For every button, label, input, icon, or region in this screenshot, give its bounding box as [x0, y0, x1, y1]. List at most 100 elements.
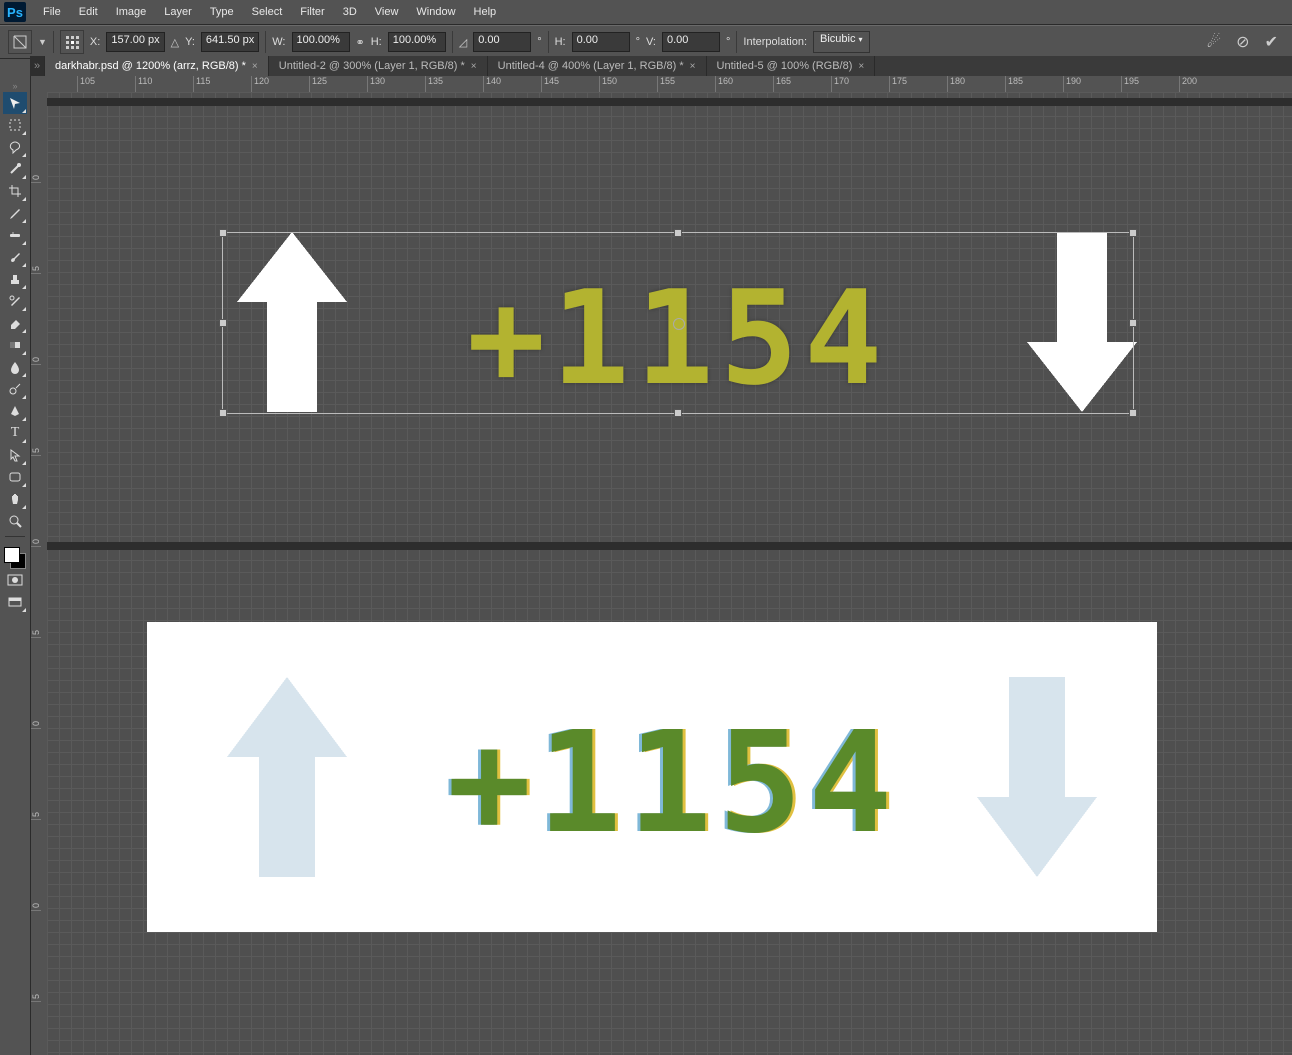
- ruler-tick: 170: [831, 76, 889, 92]
- transform-handle[interactable]: [674, 409, 682, 417]
- ruler-tick: 115: [193, 76, 251, 92]
- light-preview-panel: +1154 +1154 +1154: [147, 622, 1157, 932]
- menu-window[interactable]: Window: [407, 6, 464, 18]
- y-value[interactable]: 641.50 px: [201, 32, 259, 52]
- canvas-edge: [47, 98, 1292, 106]
- zoom-tool[interactable]: [3, 510, 27, 532]
- menu-view[interactable]: View: [366, 6, 408, 18]
- ruler-tick: 200: [1179, 76, 1237, 92]
- blur-tool[interactable]: [3, 356, 27, 378]
- ruler-tick: 0: [31, 92, 41, 183]
- canvas[interactable]: +1154: [47, 92, 1292, 1055]
- lasso-tool[interactable]: [3, 136, 27, 158]
- w-value[interactable]: 100.00%: [292, 32, 350, 52]
- ruler-tick: 130: [367, 76, 425, 92]
- transform-handle[interactable]: [219, 409, 227, 417]
- crop-tool[interactable]: [3, 180, 27, 202]
- history-brush-tool[interactable]: [3, 290, 27, 312]
- ruler-vertical[interactable]: 0 5 0 5 0 5 0 5 0 5: [31, 92, 48, 1055]
- color-swatch[interactable]: [4, 547, 26, 569]
- score-text: +1154: [447, 702, 898, 865]
- document-tab[interactable]: Untitled-2 @ 300% (Layer 1, RGB/8) * ×: [269, 56, 488, 76]
- type-tool[interactable]: T: [3, 422, 27, 444]
- close-icon[interactable]: ×: [690, 61, 696, 72]
- interp-select[interactable]: Bicubic ▾: [813, 31, 870, 53]
- transform-handle[interactable]: [219, 319, 227, 327]
- close-icon[interactable]: ×: [471, 61, 477, 72]
- warp-icon[interactable]: ☄: [1207, 34, 1221, 51]
- screenmode-toggle[interactable]: [3, 591, 27, 613]
- ruler-tick: 165: [773, 76, 831, 92]
- ruler-tick: 0: [31, 820, 41, 911]
- transform-handle[interactable]: [219, 229, 227, 237]
- transform-pivot[interactable]: [673, 318, 685, 330]
- menu-layer[interactable]: Layer: [155, 6, 201, 18]
- ruler-tick: 5: [31, 183, 41, 274]
- tab-label: Untitled-4 @ 400% (Layer 1, RGB/8) *: [498, 60, 684, 72]
- menu-type[interactable]: Type: [201, 6, 243, 18]
- close-icon[interactable]: ×: [858, 61, 864, 72]
- document-tabs: » darkhabr.psd @ 1200% (arrz, RGB/8) * ×…: [30, 56, 1292, 77]
- document-tab[interactable]: Untitled-4 @ 400% (Layer 1, RGB/8) * ×: [488, 56, 707, 76]
- shape-tool[interactable]: [3, 466, 27, 488]
- angle-icon: ◿: [459, 36, 467, 49]
- menu-edit[interactable]: Edit: [70, 6, 107, 18]
- eyedropper-tool[interactable]: [3, 202, 27, 224]
- gradient-tool[interactable]: [3, 334, 27, 356]
- transform-tool-icon[interactable]: [8, 30, 32, 54]
- clone-stamp-tool[interactable]: [3, 268, 27, 290]
- menu-3d[interactable]: 3D: [334, 6, 366, 18]
- cancel-icon[interactable]: ⊘: [1236, 34, 1249, 51]
- x-label: X:: [90, 36, 100, 48]
- reference-point-icon[interactable]: [60, 30, 84, 54]
- menu-select[interactable]: Select: [243, 6, 292, 18]
- brush-tool[interactable]: [3, 246, 27, 268]
- rotation-value[interactable]: 0.00: [473, 32, 531, 52]
- quickmask-toggle[interactable]: [3, 569, 27, 591]
- tab-expand-icon[interactable]: »: [30, 56, 45, 76]
- ruler-horizontal[interactable]: 105 110 115 120 125 130 135 140 145 150 …: [47, 76, 1292, 93]
- document-tab[interactable]: darkhabr.psd @ 1200% (arrz, RGB/8) * ×: [45, 56, 269, 76]
- expand-panels-icon[interactable]: »: [3, 80, 27, 92]
- magic-wand-tool[interactable]: [3, 158, 27, 180]
- separator: [265, 31, 266, 53]
- pen-tool[interactable]: [3, 400, 27, 422]
- close-icon[interactable]: ×: [252, 61, 258, 72]
- menu-help[interactable]: Help: [465, 6, 506, 18]
- document-tab[interactable]: Untitled-5 @ 100% (RGB/8) ×: [707, 56, 876, 76]
- ruler-tick: 180: [947, 76, 1005, 92]
- ruler-tick: 0: [31, 456, 41, 547]
- ruler-tick: 175: [889, 76, 947, 92]
- h-value[interactable]: 100.00%: [388, 32, 446, 52]
- healing-brush-tool[interactable]: [3, 224, 27, 246]
- delta-icon[interactable]: △: [171, 36, 179, 49]
- path-select-tool[interactable]: [3, 444, 27, 466]
- move-tool[interactable]: [3, 92, 27, 114]
- marquee-tool[interactable]: [3, 114, 27, 136]
- separator: [736, 31, 737, 53]
- transform-handle[interactable]: [1129, 409, 1137, 417]
- ruler-tick: 150: [599, 76, 657, 92]
- x-value[interactable]: 157.00 px: [106, 32, 164, 52]
- dodge-tool[interactable]: [3, 378, 27, 400]
- link-icon[interactable]: ⚭: [356, 36, 365, 49]
- menu-filter[interactable]: Filter: [291, 6, 333, 18]
- ruler-tick: 0: [31, 638, 41, 729]
- ruler-tick: 155: [657, 76, 715, 92]
- menu-file[interactable]: File: [34, 6, 70, 18]
- transform-handle[interactable]: [1129, 229, 1137, 237]
- hskew-value[interactable]: 0.00: [572, 32, 630, 52]
- vskew-value[interactable]: 0.00: [662, 32, 720, 52]
- canvas-edge: [47, 542, 1292, 550]
- transform-handle[interactable]: [1129, 319, 1137, 327]
- transform-bbox[interactable]: [222, 232, 1134, 414]
- up-arrow-icon: [227, 677, 347, 877]
- menu-image[interactable]: Image: [107, 6, 156, 18]
- commit-icon[interactable]: ✔: [1265, 34, 1278, 51]
- chevron-down-icon[interactable]: ▼: [38, 37, 47, 47]
- tab-label: darkhabr.psd @ 1200% (arrz, RGB/8) *: [55, 60, 246, 72]
- transform-handle[interactable]: [674, 229, 682, 237]
- h-label: H:: [371, 36, 382, 48]
- hand-tool[interactable]: [3, 488, 27, 510]
- eraser-tool[interactable]: [3, 312, 27, 334]
